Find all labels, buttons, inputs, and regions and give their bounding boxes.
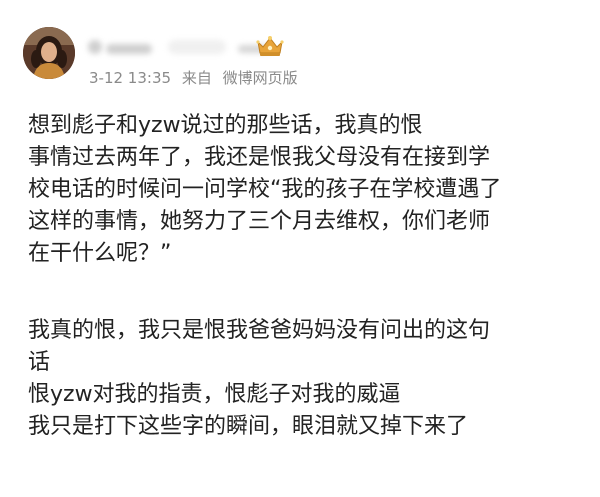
- post-text-line: 在干什么呢？”: [28, 241, 172, 266]
- post-text-line: 校电话的时候问一问学校“我的孩子在学校遭遇了: [28, 177, 502, 202]
- post-header: 3-12 13:35 来自 微博网页版: [0, 0, 600, 100]
- user-avatar[interactable]: [23, 27, 75, 79]
- post-meta: 3-12 13:35 来自 微博网页版: [89, 67, 298, 88]
- crown-icon[interactable]: [255, 34, 285, 58]
- post-text-line: 恨yzw对我的指责，恨彪子对我的威逼: [28, 382, 401, 407]
- post-text-line: 我真的恨，我只是恨我爸爸妈妈没有问出的这句: [28, 318, 491, 343]
- avatar-photo-icon: [23, 27, 75, 79]
- post-text-line: 这样的事情，她努力了三个月去维权，你们老师: [28, 209, 491, 234]
- post-text-line: 我只是打下这些字的瞬间，眼泪就又掉下来了: [28, 414, 469, 439]
- post-body: 想到彪子和yzw说过的那些话，我真的恨 事情过去两年了，我还是恨我父母没有在接到…: [28, 110, 593, 443]
- redaction-blur: [168, 40, 226, 54]
- post-text-line: 话: [28, 350, 51, 375]
- redaction-blur: [88, 40, 102, 54]
- post-text-line: 事情过去两年了，我还是恨我父母没有在接到学: [28, 145, 491, 170]
- source-prefix: 来自: [181, 69, 212, 87]
- username-redacted[interactable]: [88, 30, 348, 60]
- post-source-link[interactable]: 微博网页版: [223, 69, 298, 87]
- redaction-blur: [106, 44, 152, 54]
- post-timestamp: 3-12 13:35: [89, 69, 172, 87]
- post-text-line: 想到彪子和yzw说过的那些话，我真的恨: [28, 113, 423, 138]
